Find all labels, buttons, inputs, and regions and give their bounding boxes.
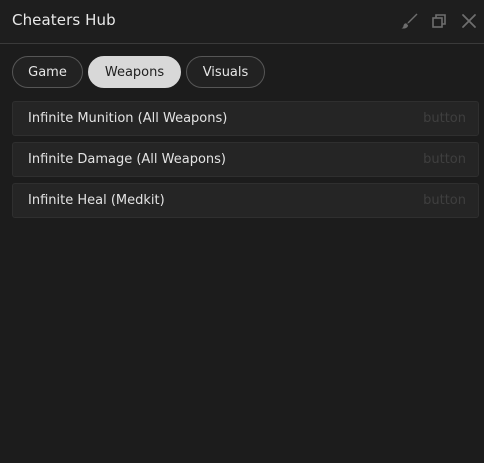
tab-label: Weapons [104,64,165,80]
item-label: Infinite Damage (All Weapons) [28,152,226,167]
tab-label: Game [28,64,67,80]
tab-game[interactable]: Game [12,56,83,88]
item-type-hint: button [423,111,466,126]
item-type-hint: button [423,193,466,208]
infinite-heal-button[interactable]: Infinite Heal (Medkit) button [12,183,479,218]
tab-weapons[interactable]: Weapons [88,56,181,88]
brush-icon[interactable] [399,11,419,31]
cheat-window: Cheaters Hub Game Weapons Visuals Infini… [0,0,484,463]
close-icon[interactable] [459,11,479,31]
infinite-damage-button[interactable]: Infinite Damage (All Weapons) button [12,142,479,177]
tab-label: Visuals [202,64,249,80]
title-bar[interactable]: Cheaters Hub [0,0,484,44]
window-title: Cheaters Hub [12,11,116,29]
item-label: Infinite Munition (All Weapons) [28,111,228,126]
restore-icon[interactable] [429,11,449,31]
item-label: Infinite Heal (Medkit) [28,193,165,208]
item-type-hint: button [423,152,466,167]
tab-visuals[interactable]: Visuals [186,56,265,88]
infinite-munition-button[interactable]: Infinite Munition (All Weapons) button [12,101,479,136]
